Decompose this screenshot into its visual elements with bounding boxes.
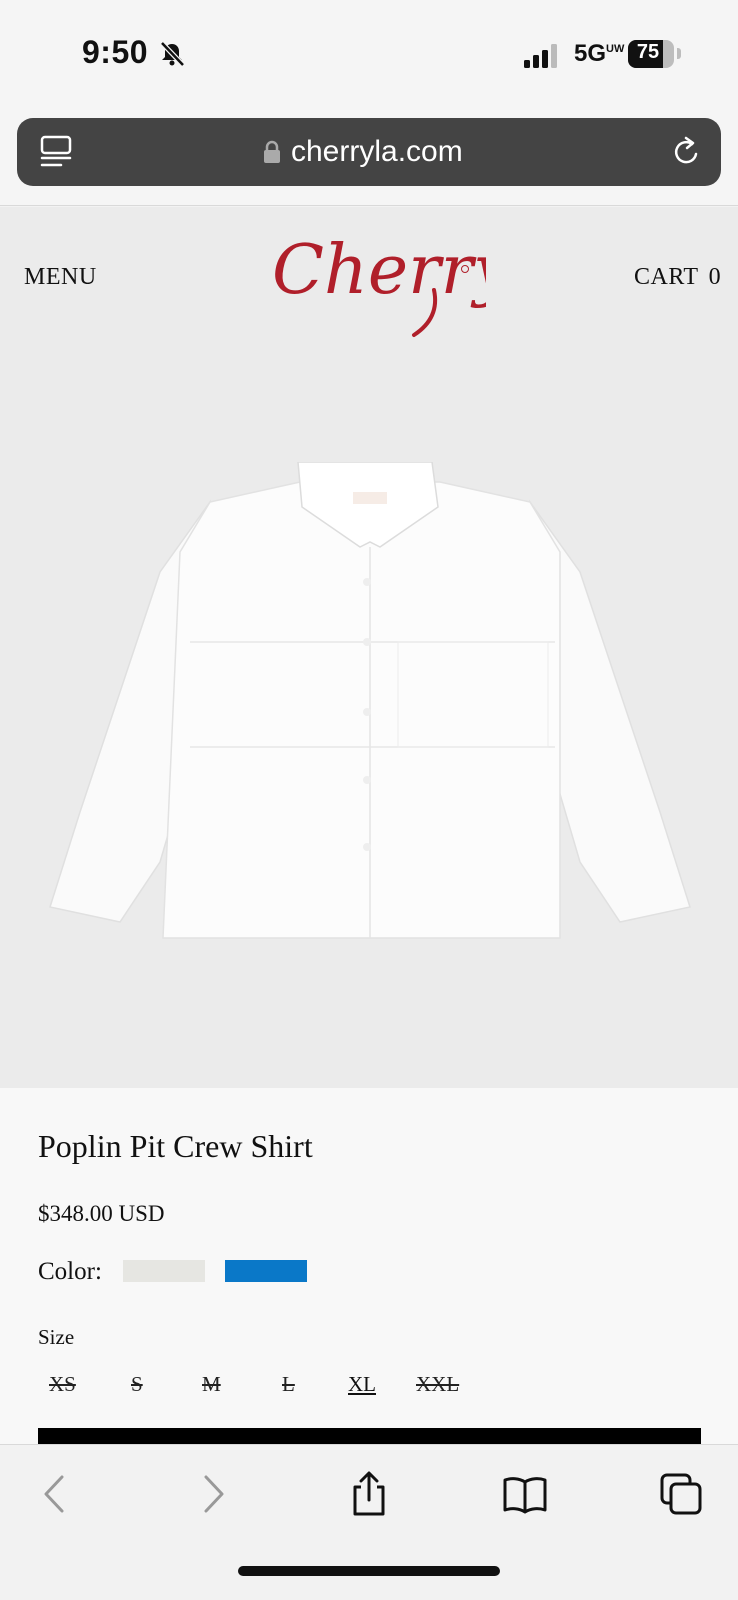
network-label: 5G [574,40,607,67]
signal-icon [524,44,557,68]
tabs-icon[interactable] [658,1471,704,1517]
battery-cap [677,48,681,59]
cart-label: CART [634,264,699,290]
svg-text:Cherry: Cherry [272,231,486,310]
battery-level: 75 [636,41,660,63]
shirt-illustration [49,462,691,939]
forward-icon[interactable] [190,1471,236,1517]
product-price: $348.00 USD [38,1201,165,1226]
address-bar[interactable]: cherryla.com [17,118,721,186]
reader-icon[interactable] [39,134,73,170]
product-title: Poplin Pit Crew Shirt [38,1128,313,1164]
site-header: MENU Cherry CART 0 [0,207,738,342]
bookmarks-icon[interactable] [502,1471,548,1517]
home-indicator [238,1566,500,1576]
size-option-l[interactable]: L [282,1372,295,1397]
url-text[interactable]: cherryla.com [291,135,463,169]
size-option-xs[interactable]: XS [49,1372,76,1397]
product-image[interactable] [0,342,738,1088]
network-suffix: UW [606,43,625,55]
lock-icon [264,140,280,163]
menu-link[interactable]: MENU [24,264,97,291]
size-label: Size [38,1325,75,1349]
network-type: 5GUW [574,40,624,68]
battery-icon: 75 [628,40,674,68]
browser-chrome: cherryla.com [0,110,738,206]
size-option-m[interactable]: M [202,1372,221,1397]
reload-icon[interactable] [669,134,703,170]
color-swatch-blue[interactable] [225,1260,307,1282]
color-label: Color: [38,1258,102,1285]
size-option-xl[interactable]: XL [348,1372,376,1397]
status-time: 9:50 [82,34,149,70]
back-icon[interactable] [32,1471,78,1517]
size-option-s[interactable]: S [131,1372,143,1397]
product-info: Poplin Pit Crew Shirt $348.00 USD Color:… [0,1088,738,1444]
browser-toolbar [0,1444,738,1600]
share-icon[interactable] [346,1471,392,1517]
color-swatch-white[interactable] [123,1260,205,1282]
cart-link[interactable]: CART 0 [634,264,721,291]
cherry-logo[interactable]: Cherry [266,215,486,340]
status-bar: 9:50 5GUW 75 [0,0,738,110]
size-option-xxl[interactable]: XXL [416,1372,459,1397]
cart-count: 0 [708,264,722,290]
bell-slash-icon [160,41,185,67]
add-to-cart-button[interactable] [38,1428,701,1444]
